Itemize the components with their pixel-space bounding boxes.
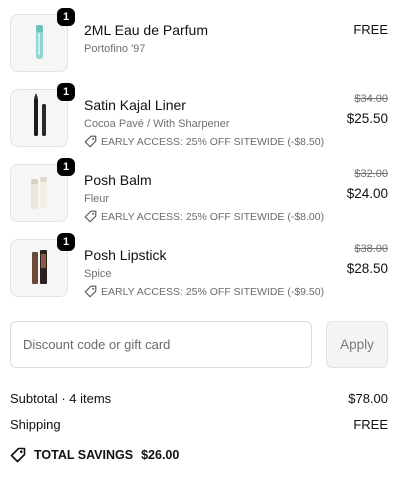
product-price: $25.50 xyxy=(346,111,388,126)
tag-icon xyxy=(10,447,26,463)
original-price: $34.00 xyxy=(354,93,388,105)
original-price: $38.00 xyxy=(354,243,388,255)
apply-button[interactable]: Apply xyxy=(326,321,388,368)
savings-label: TOTAL SAVINGS xyxy=(34,448,134,462)
savings-value: $26.00 xyxy=(141,448,180,462)
product-name: Posh Balm xyxy=(84,172,152,188)
shipping-row: Shipping FREE xyxy=(10,417,388,432)
shipping-value: FREE xyxy=(353,417,388,432)
quantity-badge: 1 xyxy=(57,158,75,176)
discount-line: EARLY ACCESS: 25% OFF SITEWIDE (-$9.50) xyxy=(84,285,324,298)
product-name: Satin Kajal Liner xyxy=(84,97,186,113)
tag-icon xyxy=(84,135,97,148)
discount-code-form: Apply xyxy=(10,321,388,368)
shipping-label: Shipping xyxy=(10,417,61,432)
discount-text: EARLY ACCESS: 25% OFF SITEWIDE (-$8.50) xyxy=(101,135,325,148)
product-variant: Spice xyxy=(84,268,112,280)
subtotal-label: Subtotal · 4 items xyxy=(10,391,112,406)
line-item: 1 Satin Kajal Liner Cocoa Pavé / With Sh… xyxy=(10,83,388,148)
line-item: 1 Posh Balm Fleur EARLY ACCESS: 25% OFF … xyxy=(10,158,388,223)
product-name: 2ML Eau de Parfum xyxy=(84,22,208,38)
discount-text: EARLY ACCESS: 25% OFF SITEWIDE (-$8.00) xyxy=(101,210,325,223)
product-variant: Portofino '97 xyxy=(84,43,146,55)
quantity-badge: 1 xyxy=(57,83,75,101)
line-item: 1 Posh Lipstick Spice EARLY ACCESS: 25% … xyxy=(10,233,388,298)
tag-icon xyxy=(84,210,97,223)
subtotal-value: $78.00 xyxy=(348,391,388,406)
tag-icon xyxy=(84,285,97,298)
discount-line: EARLY ACCESS: 25% OFF SITEWIDE (-$8.00) xyxy=(84,210,324,223)
product-variant: Fleur xyxy=(84,193,110,205)
product-price: $24.00 xyxy=(346,186,388,201)
subtotal-row: Subtotal · 4 items $78.00 xyxy=(10,391,388,406)
product-price: FREE xyxy=(353,22,388,37)
line-item: 1 2ML Eau de Parfum Portofino '97 FREE xyxy=(10,8,388,72)
product-variant: Cocoa Pavé / With Sharpener xyxy=(84,118,230,130)
product-price: $28.50 xyxy=(346,261,388,276)
order-summary: 1 2ML Eau de Parfum Portofino '97 FREE 1… xyxy=(0,0,400,478)
discount-code-input[interactable] xyxy=(10,321,312,368)
original-price: $32.00 xyxy=(354,168,388,180)
discount-line: EARLY ACCESS: 25% OFF SITEWIDE (-$8.50) xyxy=(84,135,324,148)
quantity-badge: 1 xyxy=(57,233,75,251)
total-savings: TOTAL SAVINGS $26.00 xyxy=(10,447,179,463)
discount-text: EARLY ACCESS: 25% OFF SITEWIDE (-$9.50) xyxy=(101,285,325,298)
quantity-badge: 1 xyxy=(57,8,75,26)
product-name: Posh Lipstick xyxy=(84,247,167,263)
